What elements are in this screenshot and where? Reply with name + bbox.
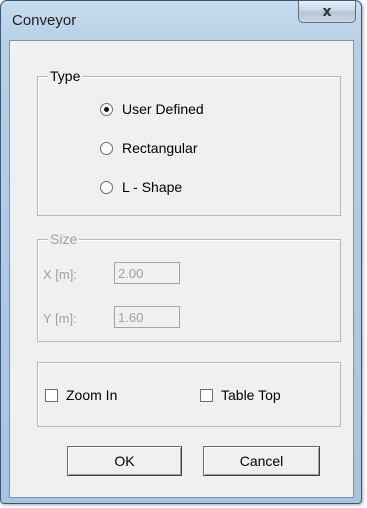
x-size-label: X [m]: — [43, 267, 77, 282]
radio-user-defined-indicator[interactable] — [100, 102, 113, 116]
close-button[interactable]: x — [298, 1, 356, 23]
zoom-in-label: Zoom In — [66, 387, 118, 403]
size-groupbox: Size X [m]: Y [m]: — [37, 231, 341, 342]
options-groupbox: Zoom In Table Top — [37, 362, 341, 427]
zoom-in-checkbox-box[interactable] — [45, 388, 58, 402]
zoom-in-checkbox[interactable]: Zoom In — [45, 387, 117, 403]
window-title: Conveyor — [12, 12, 77, 29]
radio-user-defined[interactable]: User Defined — [100, 101, 204, 117]
y-size-input — [114, 306, 180, 328]
radio-user-defined-label: User Defined — [122, 101, 204, 117]
cancel-button[interactable]: Cancel — [203, 446, 320, 476]
close-icon: x — [322, 3, 332, 20]
y-size-label: Y [m]: — [43, 311, 77, 326]
radio-rectangular[interactable]: Rectangular — [100, 140, 198, 156]
type-legend: Type — [48, 68, 83, 84]
table-top-checkbox[interactable]: Table Top — [200, 387, 281, 403]
radio-rectangular-indicator[interactable] — [100, 141, 113, 155]
table-top-checkbox-box[interactable] — [200, 388, 213, 402]
size-legend: Size — [48, 231, 80, 247]
dialog-window: Conveyor x Type User Defined Rectangular… — [0, 0, 362, 504]
title-bar[interactable]: Conveyor x — [1, 1, 361, 39]
type-groupbox: Type User Defined Rectangular L - Shape — [37, 68, 341, 216]
x-size-input — [114, 262, 180, 284]
ok-button[interactable]: OK — [67, 446, 182, 476]
radio-rectangular-label: Rectangular — [122, 140, 198, 156]
dialog-client-area: Type User Defined Rectangular L - Shape … — [9, 40, 354, 498]
radio-l-shape[interactable]: L - Shape — [100, 179, 182, 195]
radio-l-shape-indicator[interactable] — [100, 180, 113, 194]
radio-l-shape-label: L - Shape — [122, 179, 183, 195]
table-top-label: Table Top — [221, 387, 281, 403]
